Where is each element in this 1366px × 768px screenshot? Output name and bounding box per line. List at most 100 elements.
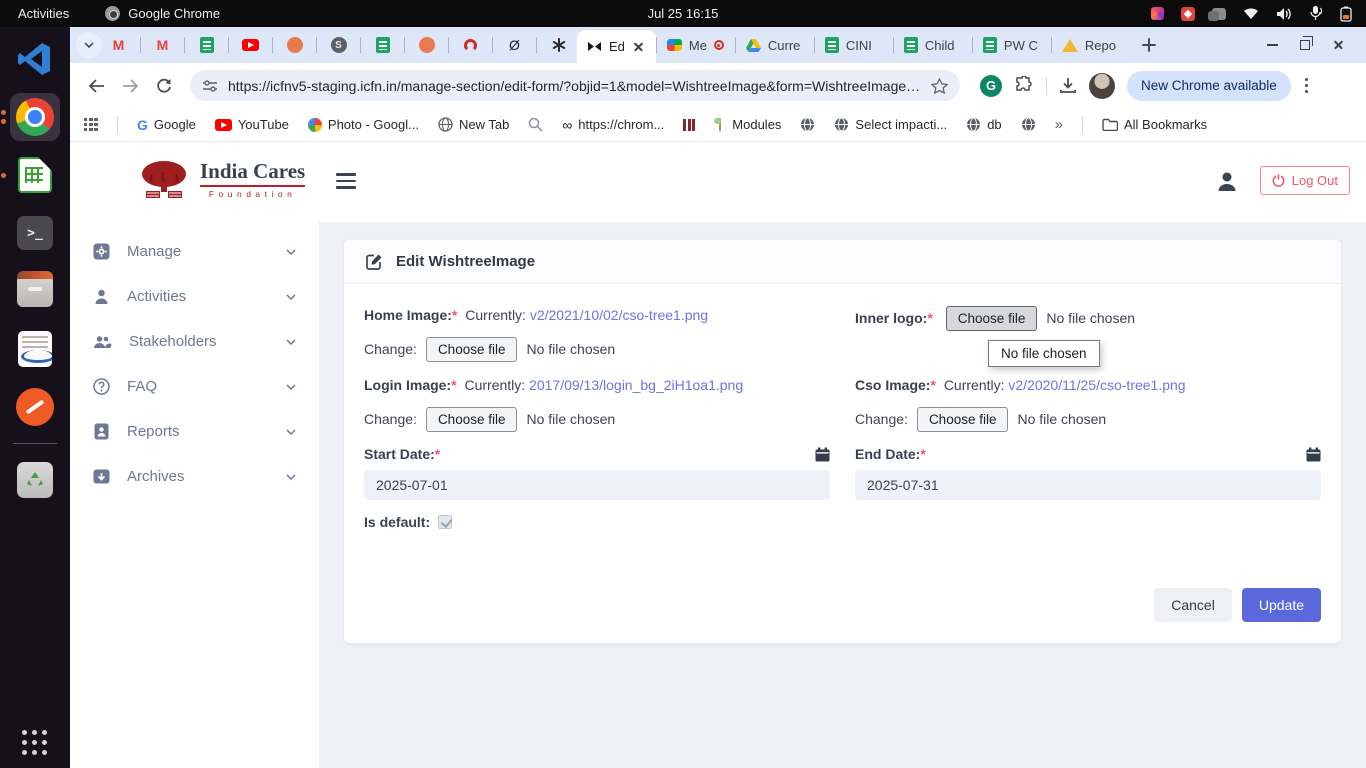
update-button[interactable]: Update [1242, 588, 1321, 622]
sidebar-item-stakeholders[interactable]: Stakeholders [70, 319, 319, 364]
dock-app-chrome[interactable] [10, 93, 60, 141]
logout-button[interactable]: Log Out [1260, 166, 1350, 195]
menu-toggle-button[interactable] [336, 173, 356, 189]
pinned-tab-gmail[interactable]: M [154, 37, 171, 54]
pinned-tab-claude[interactable] [286, 37, 303, 54]
bookmark-photos[interactable]: Photo - Googl... [308, 117, 419, 132]
system-top-bar: Activities Google Chrome Jul 25 16:15 [0, 0, 1366, 27]
activities-button[interactable]: Activities [18, 6, 69, 21]
forward-button[interactable] [116, 72, 144, 100]
tab-child[interactable]: Child [894, 27, 972, 63]
sidebar-item-manage[interactable]: Manage [70, 229, 319, 274]
url-text[interactable]: https://icfnv5-staging.icfn.in/manage-se… [228, 78, 921, 94]
volume-icon[interactable] [1276, 7, 1292, 21]
recording-indicator-icon [714, 40, 724, 50]
restore-icon[interactable] [1300, 40, 1310, 50]
cso-image-change: Change: Choose file No file chosen [855, 405, 1321, 433]
home-image-choose-file-button[interactable]: Choose file [426, 337, 518, 362]
sidebar-item-faq[interactable]: FAQ [70, 364, 319, 409]
extensions-puzzle-icon[interactable] [1014, 76, 1034, 96]
cancel-button[interactable]: Cancel [1154, 588, 1232, 622]
tab-close-icon[interactable] [632, 40, 646, 54]
dock-app-postman[interactable] [10, 383, 60, 431]
bookmark-search[interactable] [528, 117, 543, 132]
inner-logo-choose-file-button[interactable]: Choose file [946, 306, 1038, 331]
bookmark-google[interactable]: GGoogle [137, 117, 196, 133]
pinned-tab-openai[interactable] [550, 37, 567, 54]
start-date-input[interactable] [364, 470, 830, 500]
bookmark-db[interactable]: db [966, 117, 1001, 132]
all-bookmarks-button[interactable]: All Bookmarks [1102, 117, 1207, 132]
login-image-current-link[interactable]: 2017/09/13/login_bg_2iH1oa1.png [529, 377, 743, 393]
pinned-tab-null[interactable]: Ø [506, 37, 523, 54]
calendar-icon[interactable] [1306, 447, 1321, 462]
end-date-input[interactable] [855, 470, 1321, 500]
pinned-tab-globe[interactable]: S [330, 37, 347, 54]
reload-button[interactable] [150, 72, 178, 100]
tab-search-button[interactable] [76, 32, 102, 58]
pinned-tab-gmail[interactable]: M [110, 37, 127, 54]
calendar-icon[interactable] [815, 447, 830, 462]
pinned-tab-sheets[interactable] [374, 37, 391, 54]
ubuntu-dock: >_ [0, 27, 70, 768]
maroon-site-icon [683, 119, 695, 131]
bookmark-youtube[interactable]: YouTube [215, 117, 289, 132]
window-close-icon[interactable] [1332, 38, 1346, 52]
bookmarks-overflow-button[interactable]: » [1055, 116, 1063, 133]
bookmark-select-impact[interactable]: Select impacti... [834, 117, 947, 132]
pinned-tab-youtube[interactable] [242, 37, 259, 54]
cso-image-choose-file-button[interactable]: Choose file [917, 407, 1009, 432]
cso-image-current-link[interactable]: v2/2020/11/25/cso-tree1.png [1008, 377, 1185, 393]
login-image-choose-file-button[interactable]: Choose file [426, 407, 518, 432]
bookmark-chrom[interactable]: ∞https://chrom... [562, 117, 664, 133]
bookmark-globe[interactable] [800, 117, 815, 132]
dock-app-libreoffice-calc[interactable] [10, 151, 60, 199]
chrome-update-chip[interactable]: New Chrome available [1127, 71, 1291, 101]
dock-app-terminal[interactable]: >_ [10, 209, 60, 257]
new-tab-button[interactable] [1142, 38, 1156, 52]
tab-pw[interactable]: PW C [973, 27, 1051, 63]
dock-app-files[interactable] [10, 267, 60, 315]
battery-icon[interactable] [1340, 6, 1352, 22]
is-default-checkbox[interactable] [438, 515, 452, 529]
window-controls [1267, 38, 1358, 52]
cube-app-icon[interactable] [1151, 7, 1164, 20]
microphone-icon[interactable] [1309, 6, 1323, 21]
apps-grid-icon [84, 118, 98, 132]
screen-share-icon[interactable] [1181, 7, 1195, 21]
dock-app-vscode[interactable] [10, 35, 60, 83]
show-applications-button[interactable] [0, 730, 70, 756]
back-button[interactable] [82, 72, 110, 100]
pinned-tab-sheets[interactable] [198, 37, 215, 54]
focused-app-menu[interactable]: Google Chrome [105, 6, 220, 21]
user-icon[interactable] [1216, 170, 1238, 192]
bookmark-star-icon[interactable] [931, 78, 948, 94]
grammarly-extension-icon[interactable]: G [980, 75, 1002, 97]
tab-cini[interactable]: CINI [815, 27, 893, 63]
home-image-current-link[interactable]: v2/2021/10/02/cso-tree1.png [530, 307, 708, 323]
bookmark-modules[interactable]: Modules [714, 117, 781, 132]
tab-active-edit[interactable]: Ed [577, 30, 656, 63]
profile-avatar[interactable] [1089, 73, 1115, 99]
sidebar-item-activities[interactable]: Activities [70, 274, 319, 319]
sidebar-item-reports[interactable]: Reports [70, 409, 319, 454]
bookmark-maroon-site[interactable] [683, 119, 695, 131]
bookmark-new-tab[interactable]: New Tab [438, 117, 509, 132]
bookmark-globe[interactable] [1021, 117, 1036, 132]
pinned-tab-arc[interactable] [462, 37, 479, 54]
minimize-icon[interactable] [1267, 44, 1278, 46]
address-bar[interactable]: https://icfnv5-staging.icfn.in/manage-se… [190, 70, 960, 101]
apps-grid-button[interactable] [84, 118, 98, 132]
dock-app-trash[interactable] [10, 456, 60, 504]
browser-menu-icon[interactable] [1303, 78, 1310, 93]
wifi-icon[interactable] [1243, 7, 1259, 20]
tab-meet[interactable]: Me [657, 27, 735, 63]
downloads-icon[interactable] [1059, 77, 1077, 94]
brand-logo[interactable]: India Cares Foundation [138, 158, 305, 200]
tab-drive[interactable]: Curre [736, 27, 814, 63]
dock-app-document-viewer[interactable] [10, 325, 60, 373]
chat-icon[interactable] [1212, 8, 1226, 20]
tab-repo[interactable]: Repo [1052, 27, 1130, 63]
pinned-tab-claude[interactable] [418, 37, 435, 54]
sidebar-item-archives[interactable]: Archives [70, 454, 319, 499]
